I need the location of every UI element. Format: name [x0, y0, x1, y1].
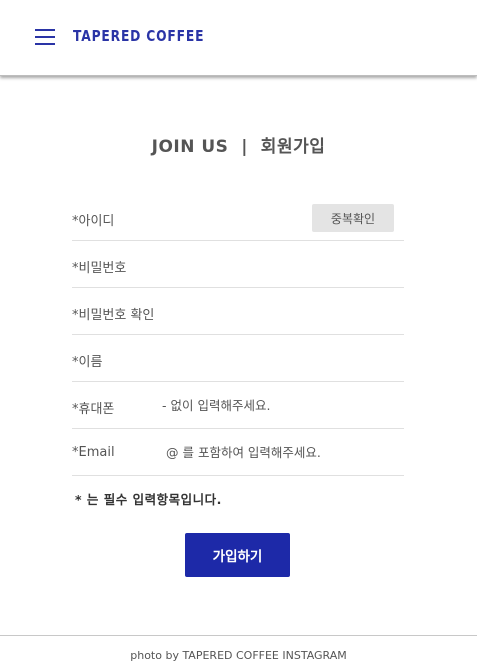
- menu-bar-bottom: [35, 43, 55, 45]
- signup-submit-button[interactable]: 가입하기: [185, 533, 290, 577]
- password-confirm-row: *비밀번호 확인: [72, 288, 404, 335]
- required-note: * 는 필수 입력항목입니다.: [75, 492, 222, 507]
- name-row: *이름: [72, 335, 404, 382]
- name-input[interactable]: [160, 345, 400, 371]
- email-row: *Email: [72, 429, 404, 476]
- phone-label: *휴대폰: [72, 402, 115, 417]
- password-confirm-input[interactable]: [172, 298, 400, 324]
- duplicate-check-button[interactable]: 중복확인: [312, 204, 394, 232]
- id-label: *아이디: [72, 214, 115, 229]
- brand-logo[interactable]: TAPERED COFFEE: [73, 27, 204, 45]
- password-label: *비밀번호: [72, 261, 127, 276]
- footer-credit: photo by TAPERED COFFEE INSTAGRAM: [0, 635, 477, 672]
- id-input[interactable]: [160, 204, 300, 230]
- email-input[interactable]: [166, 439, 402, 465]
- phone-row: *휴대폰: [72, 382, 404, 429]
- page-title: JOIN US | 회원가입: [151, 137, 326, 157]
- email-label: *Email: [72, 445, 115, 460]
- menu-bar-top: [35, 29, 55, 31]
- id-row: *아이디 중복확인: [72, 194, 404, 241]
- password-confirm-label: *비밀번호 확인: [72, 308, 155, 323]
- menu-bar-middle: [35, 36, 55, 38]
- password-input[interactable]: [160, 251, 400, 277]
- top-header: TAPERED COFFEE: [0, 0, 477, 76]
- hamburger-menu-icon[interactable]: [35, 29, 55, 46]
- name-label: *이름: [72, 355, 103, 370]
- signup-form: *아이디 중복확인 *비밀번호 *비밀번호 확인 *이름 *휴대폰 *Email: [72, 194, 404, 476]
- password-row: *비밀번호: [72, 241, 404, 288]
- phone-input[interactable]: [162, 392, 400, 418]
